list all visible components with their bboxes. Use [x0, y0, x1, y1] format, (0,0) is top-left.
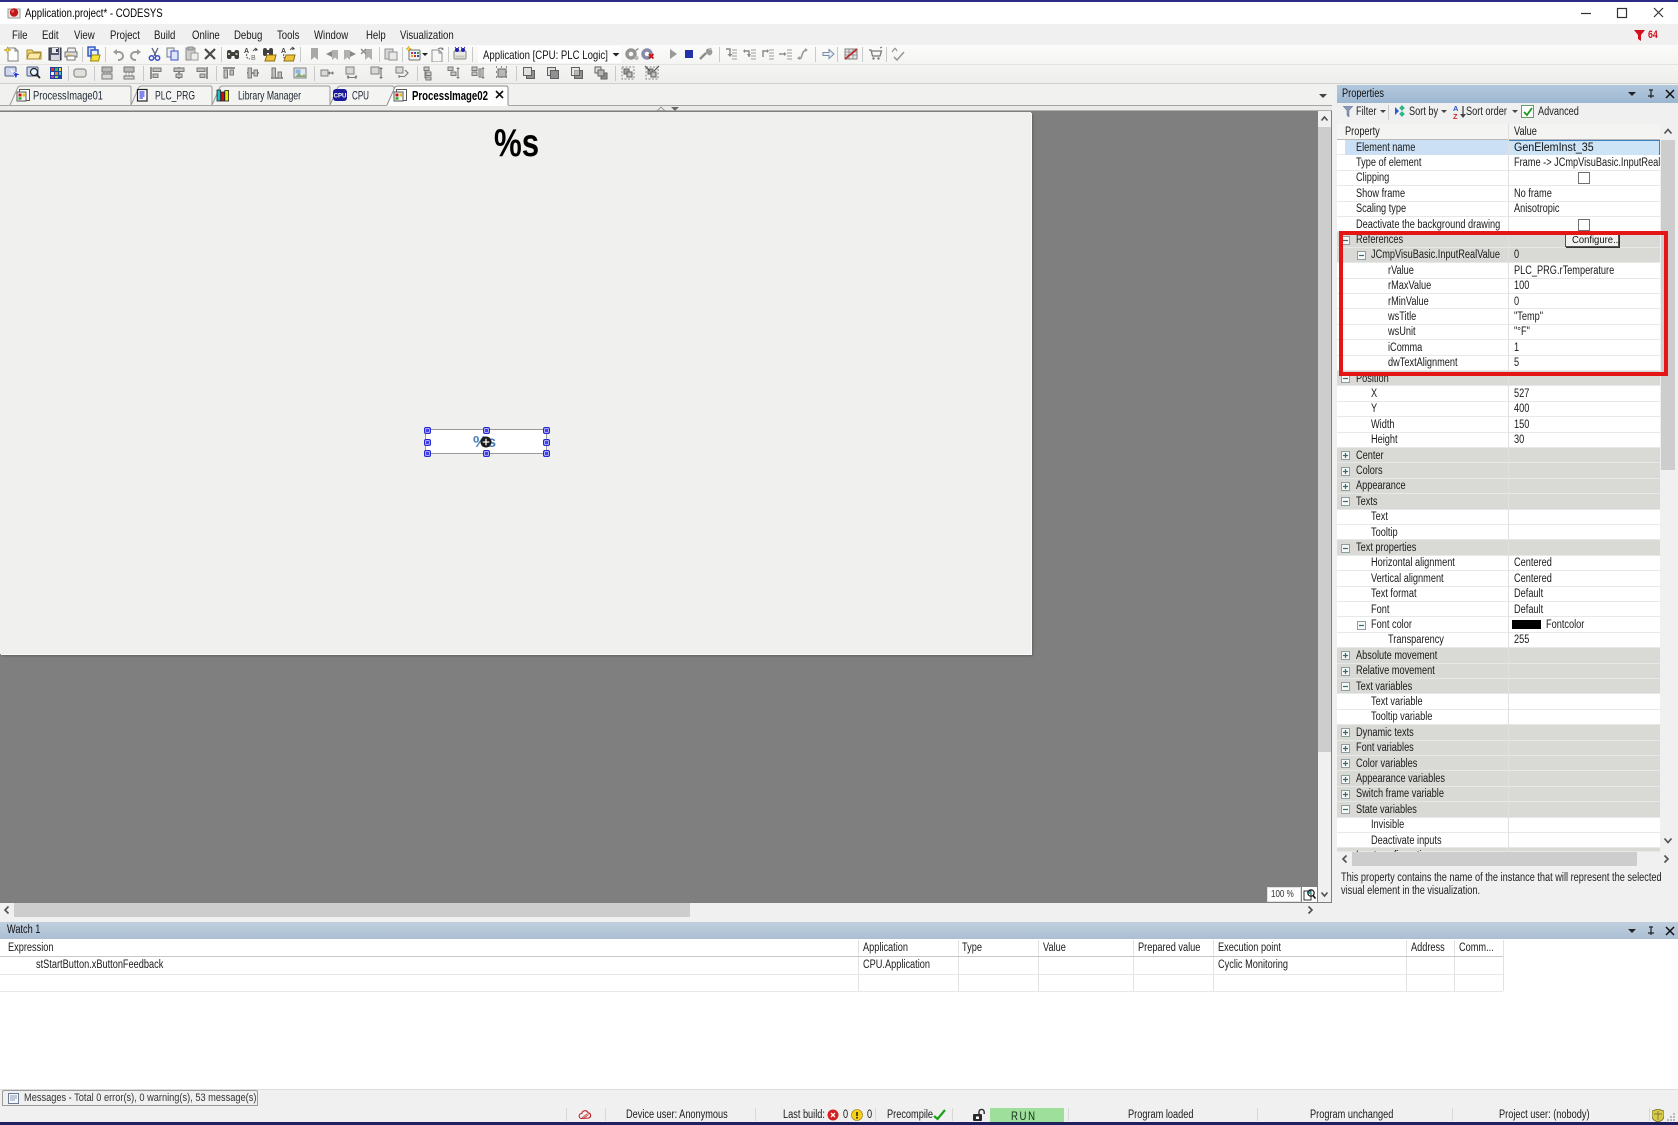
svg-text:PLC_PRG: PLC_PRG: [155, 89, 195, 103]
svg-text:Z: Z: [1453, 112, 1458, 119]
svg-text:CPU: CPU: [352, 89, 369, 103]
svg-text:B: B: [251, 55, 256, 62]
svg-text:ProcessImage02: ProcessImage02: [412, 89, 488, 103]
svg-text:Library Manager: Library Manager: [238, 89, 301, 103]
svg-text:CPU: CPU: [334, 94, 347, 100]
svg-text:ProcessImage01: ProcessImage01: [33, 89, 103, 103]
